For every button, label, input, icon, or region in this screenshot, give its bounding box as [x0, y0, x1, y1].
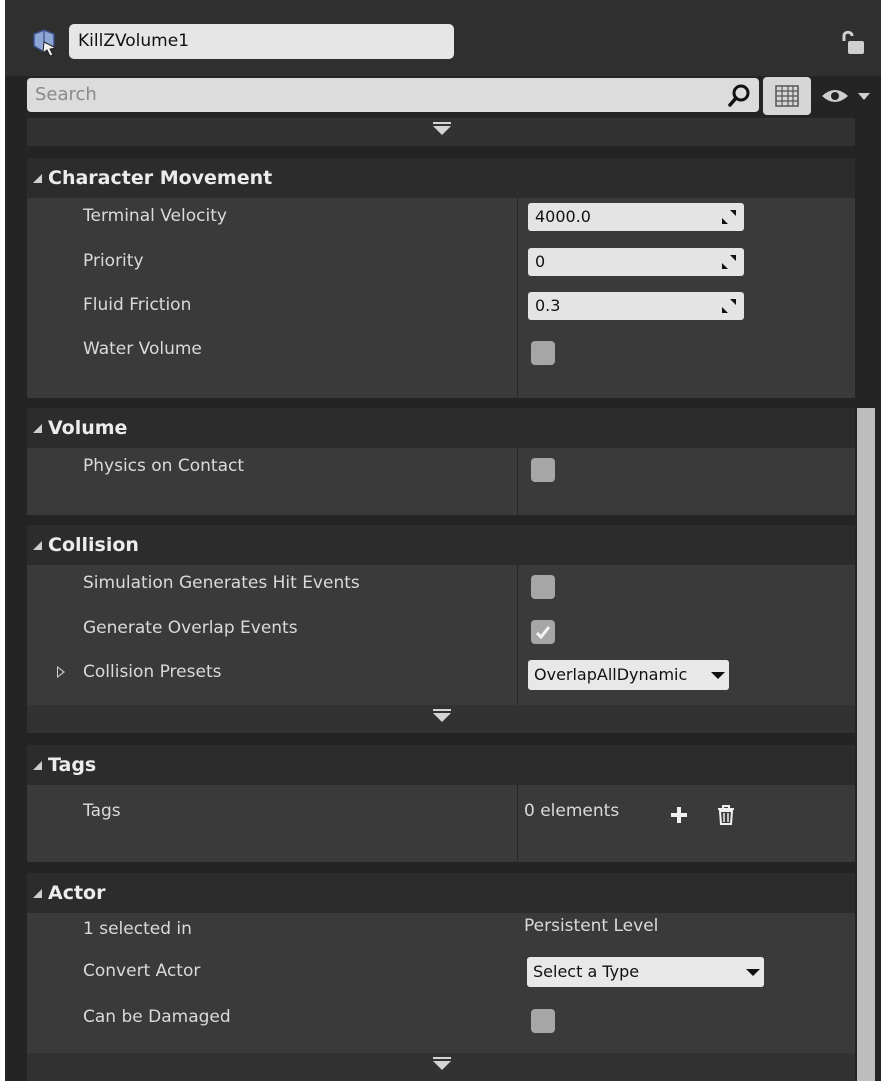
property-row-terminal-velocity: Terminal Velocity 4000.0: [27, 198, 855, 238]
add-element-icon[interactable]: [669, 805, 689, 825]
dropdown-arrow-icon: [707, 660, 729, 690]
spin-arrows-icon[interactable]: [722, 210, 736, 224]
property-row-overlap-events: Generate Overlap Events: [27, 610, 855, 650]
category-header[interactable]: Tags: [27, 745, 855, 785]
chevron-down-icon: [433, 126, 451, 135]
property-matrix-icon: [775, 85, 799, 107]
property-row-selected-in: 1 selected in Persistent Level: [27, 911, 855, 951]
dropdown-arrow-icon: [742, 957, 764, 987]
collapse-arrow-icon: [33, 889, 42, 898]
chevron-down-icon: [433, 713, 451, 722]
scrollbar-thumb[interactable]: [857, 408, 875, 1081]
property-row-collision-presets[interactable]: Collision Presets OverlapAllDynamic: [27, 654, 855, 694]
property-row-physics-on-contact: Physics on Contact: [27, 448, 855, 488]
property-row-tags: Tags 0 elements: [27, 793, 855, 833]
property-label: Terminal Velocity: [83, 206, 227, 226]
property-matrix-button[interactable]: [763, 77, 811, 115]
terminal-velocity-field[interactable]: 4000.0: [528, 203, 744, 231]
actor-class-icon: [33, 29, 58, 56]
property-row-sim-hit-events: Simulation Generates Hit Events: [27, 565, 855, 605]
category-character-movement: Character Movement Terminal Velocity 400…: [27, 158, 855, 398]
property-label: Physics on Contact: [83, 456, 244, 476]
advanced-expander[interactable]: [27, 705, 855, 733]
collapse-arrow-icon: [33, 761, 42, 770]
can-be-damaged-checkbox[interactable]: [531, 1009, 555, 1033]
convert-actor-dropdown[interactable]: Select a Type: [527, 957, 764, 987]
category-header[interactable]: Volume: [27, 408, 855, 448]
lock-icon[interactable]: [840, 30, 866, 56]
search-input[interactable]: Search: [27, 78, 759, 112]
property-label: Fluid Friction: [83, 295, 192, 315]
category-actor: Actor 1 selected in Persistent Level Con…: [27, 873, 855, 1081]
trash-icon[interactable]: [717, 805, 735, 825]
property-label: 1 selected in: [83, 919, 192, 939]
physics-on-contact-checkbox[interactable]: [531, 458, 555, 482]
search-placeholder: Search: [35, 84, 97, 105]
chevron-down-icon: [433, 1061, 451, 1070]
property-label: Collision Presets: [83, 662, 222, 682]
property-row-convert-actor: Convert Actor Select a Type: [27, 953, 855, 993]
property-row-fluid-friction: Fluid Friction 0.3: [27, 287, 855, 327]
property-label: Can be Damaged: [83, 1007, 231, 1027]
tags-count: 0 elements: [524, 801, 620, 821]
spin-arrows-icon[interactable]: [722, 299, 736, 313]
property-row-priority: Priority 0: [27, 243, 855, 283]
property-label: Priority: [83, 251, 144, 271]
advanced-expander[interactable]: [27, 118, 855, 146]
details-header: KillZVolume1 Search: [5, 0, 881, 115]
collapse-arrow-icon: [33, 541, 42, 550]
collision-presets-dropdown[interactable]: OverlapAllDynamic: [528, 660, 729, 690]
property-label: Generate Overlap Events: [83, 618, 298, 638]
priority-field[interactable]: 0: [528, 248, 744, 276]
property-label: Tags: [83, 801, 121, 821]
property-label: Simulation Generates Hit Events: [83, 573, 360, 593]
actor-name-field[interactable]: KillZVolume1: [69, 24, 454, 59]
eye-icon[interactable]: [818, 82, 876, 110]
details-scroll-area[interactable]: Character Movement Terminal Velocity 400…: [27, 118, 855, 1081]
expand-arrow-icon[interactable]: [57, 666, 65, 678]
category-volume: Volume Physics on Contact: [27, 408, 855, 515]
category-tags: Tags Tags 0 elements: [27, 745, 855, 862]
level-name: Persistent Level: [524, 916, 659, 936]
fluid-friction-field[interactable]: 0.3: [528, 292, 744, 320]
details-panel: KillZVolume1 Search Character Movement T…: [5, 0, 881, 1081]
property-row-can-be-damaged: Can be Damaged: [27, 999, 855, 1039]
category-collision: Collision Simulation Generates Hit Event…: [27, 525, 855, 733]
overlap-events-checkbox[interactable]: [531, 620, 555, 644]
category-header[interactable]: Character Movement: [27, 158, 855, 198]
category-header[interactable]: Actor: [27, 873, 855, 913]
collapse-arrow-icon: [33, 424, 42, 433]
sim-hit-events-checkbox[interactable]: [531, 575, 555, 599]
search-icon: [728, 84, 750, 107]
spin-arrows-icon[interactable]: [722, 255, 736, 269]
checkmark-icon: [535, 626, 551, 640]
property-label: Convert Actor: [83, 961, 201, 981]
category-header[interactable]: Collision: [27, 525, 855, 565]
collapse-arrow-icon: [33, 174, 42, 183]
water-volume-checkbox[interactable]: [531, 341, 555, 365]
advanced-expander[interactable]: [27, 1053, 855, 1081]
property-row-water-volume: Water Volume: [27, 331, 855, 371]
property-label: Water Volume: [83, 339, 202, 359]
